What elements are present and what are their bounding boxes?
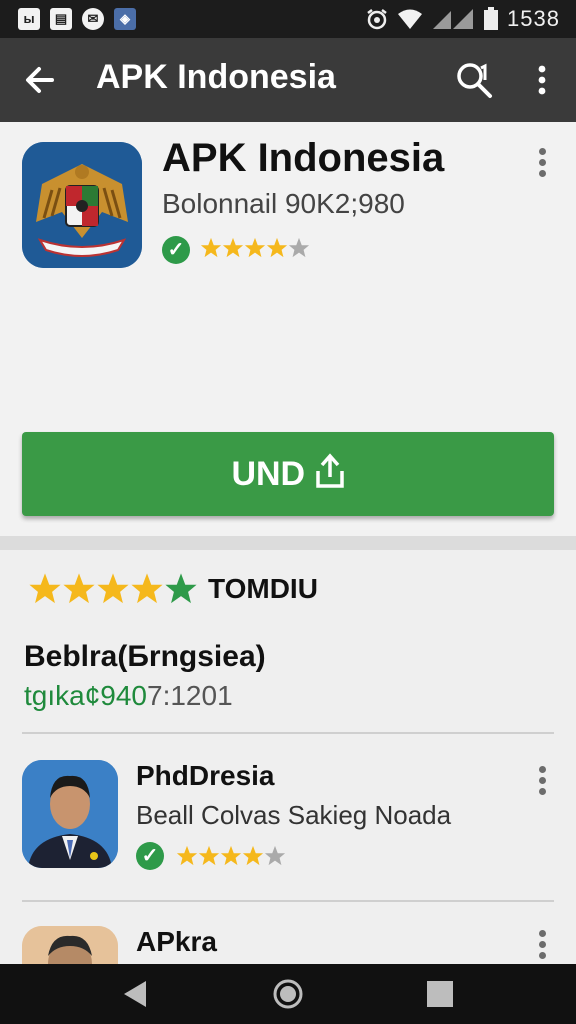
notification-icon: ✉ (82, 8, 104, 30)
person-portrait-icon (22, 760, 118, 868)
list-divider (22, 732, 554, 734)
system-navigation-bar (0, 964, 576, 1024)
list-item-menu-icon[interactable] (534, 764, 550, 798)
app-subtitle: Bolonnail 90K2;980 (162, 188, 405, 219)
nav-home-icon[interactable] (272, 978, 304, 1010)
gallery-icon: ▤ (50, 8, 72, 30)
photo-icon: ы (18, 8, 40, 30)
app-logo[interactable] (22, 142, 142, 268)
star-icon (200, 237, 222, 258)
search-icon[interactable] (454, 60, 494, 100)
install-button[interactable]: UND (22, 432, 554, 516)
app-bar-title: APK Indonesia (96, 58, 336, 96)
section-meta: tgıka¢9407:1201 (24, 680, 233, 712)
star-icon (176, 845, 198, 866)
avatar (22, 926, 118, 964)
verified-badge-icon: ✓ (136, 842, 164, 870)
app-title: APK Indonesia (162, 136, 445, 180)
star-empty-icon (288, 237, 310, 258)
alarm-icon (367, 9, 387, 30)
star-empty-icon (264, 845, 286, 866)
rating-summary: TOMDIU (28, 572, 318, 606)
star-green-icon (165, 573, 197, 604)
star-icon (266, 237, 288, 258)
install-button-label: UND (231, 455, 306, 493)
star-icon (220, 845, 242, 866)
star-icon (242, 845, 264, 866)
verified-badge-icon: ✓ (162, 236, 190, 264)
rating-label: TOMDIU (208, 573, 318, 604)
more-options-icon[interactable] (528, 60, 556, 100)
list-item-rating-stars (176, 844, 286, 868)
star-icon (29, 573, 61, 604)
avatar (22, 760, 118, 868)
nav-back-icon[interactable] (120, 979, 150, 1009)
section-divider (0, 536, 576, 550)
section-meta-gray: 7:1201 (147, 680, 233, 711)
star-icon (63, 573, 95, 604)
section-meta-green: tgıka¢940 (24, 680, 147, 711)
star-icon (244, 237, 266, 258)
star-icon (198, 845, 220, 866)
shield-icon: ◈ (114, 8, 136, 30)
battery-icon (484, 7, 499, 30)
star-icon (97, 573, 129, 604)
app-rating-stars (200, 236, 310, 260)
wifi-icon (398, 9, 423, 29)
section-title: Beblra(Бrngsiea) (24, 640, 266, 673)
list-item-name: PhdDresia (136, 760, 275, 791)
back-arrow-icon[interactable] (20, 60, 60, 100)
garuda-emblem-icon (22, 142, 142, 268)
list-item-name: APkra (136, 926, 217, 957)
app-overflow-menu-icon[interactable] (534, 146, 550, 180)
upload-icon (315, 453, 344, 488)
app-bar: APK Indonesia (0, 38, 576, 122)
list-item-description: Beall Colvas Sakieg Noada (136, 800, 452, 830)
person-portrait-icon (22, 926, 118, 964)
star-icon (131, 573, 163, 604)
clock: 1538 (507, 6, 560, 31)
nav-recents-icon[interactable] (426, 980, 454, 1008)
list-item-menu-icon[interactable] (534, 928, 550, 962)
star-icon (222, 237, 244, 258)
status-bar: ы ▤ ✉ ◈ 1538 (0, 0, 576, 38)
list-divider (22, 900, 554, 902)
signal-icon (433, 9, 474, 29)
